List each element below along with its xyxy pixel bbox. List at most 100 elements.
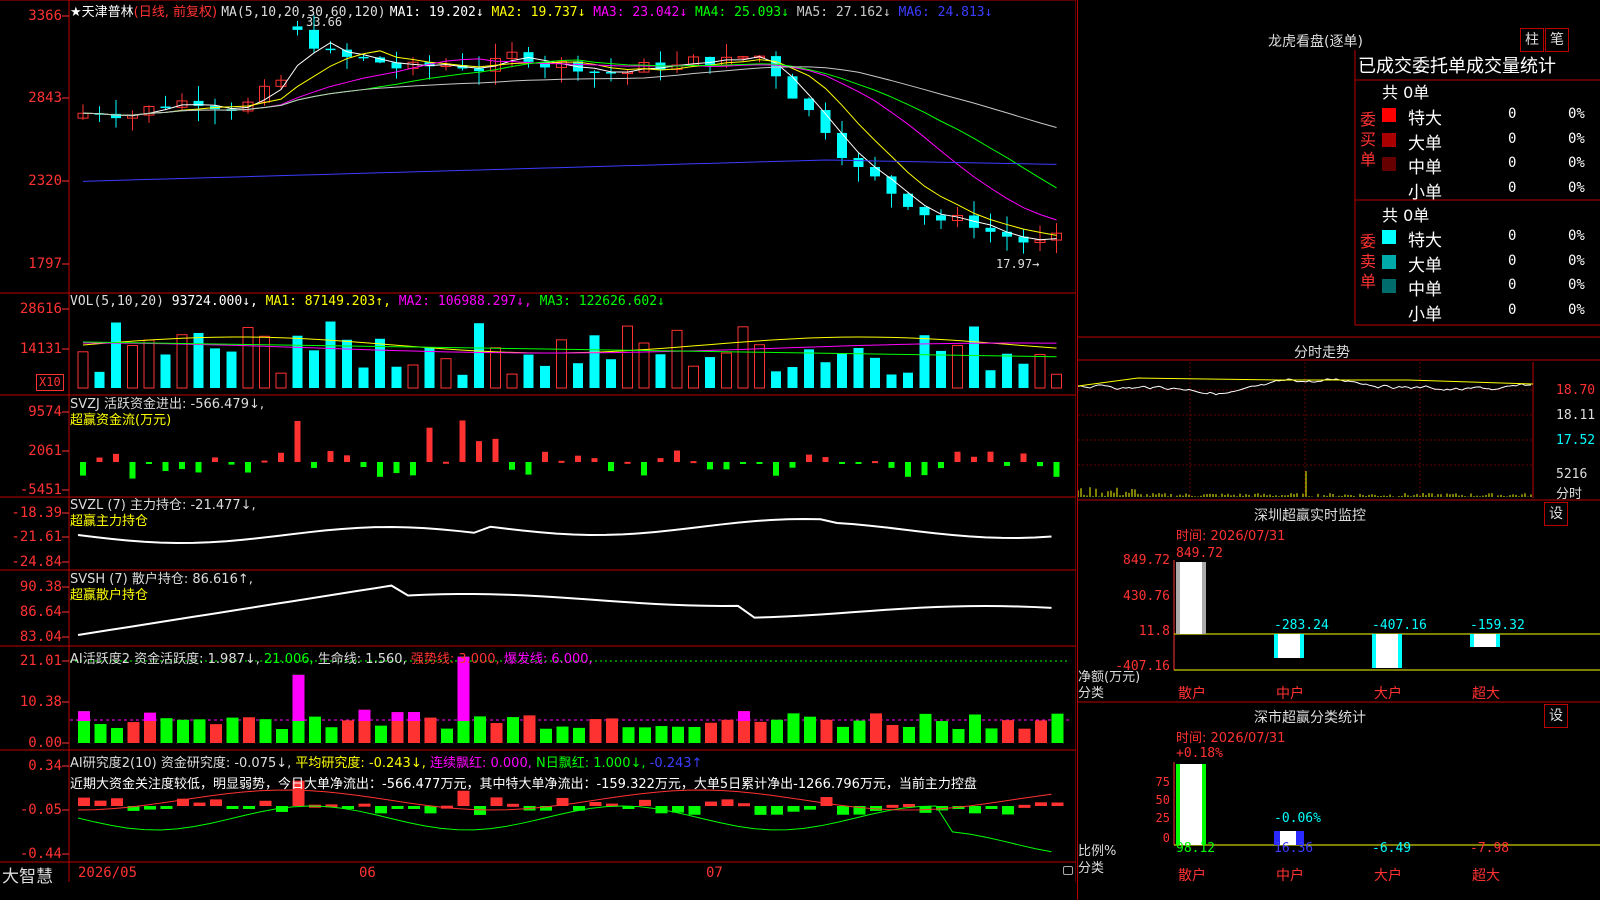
ai-research-bar — [738, 803, 750, 807]
volume-bar — [671, 329, 683, 389]
order-color-swatch — [1382, 132, 1396, 147]
volume-bar — [176, 334, 188, 389]
favorite-star-icon[interactable]: ★ — [70, 5, 82, 20]
fund-flow-bar — [608, 462, 614, 472]
volume-bar — [193, 332, 204, 388]
ai-active-bar — [507, 717, 519, 743]
intraday-axis-1: 18.70 — [1556, 383, 1596, 398]
ai-active-bar — [589, 719, 602, 743]
main-chart-area[interactable]: 33.66 17.97→ — [0, 0, 1077, 882]
class-top-label: +0.18% — [1176, 746, 1223, 761]
lhb-tabs-text[interactable]: 已成交委托单成交量统计 — [1358, 52, 1556, 78]
kline-chart-svg[interactable]: 33.6617.97→ — [0, 0, 1077, 882]
order-size-label: 中单 — [1408, 158, 1442, 178]
ai-research-bar — [589, 801, 602, 806]
fund-flow-bar — [756, 462, 763, 464]
sub-axis-label: -24.84 — [11, 554, 62, 570]
class-bar-retail-highlight — [1180, 764, 1202, 845]
ai-active-bar — [111, 727, 123, 743]
ma-values: MA1: 19.202↓ MA2: 19.737↓ MA3: 23.042↓ M… — [390, 5, 993, 20]
order-size-label: 中单 — [1408, 280, 1442, 300]
class-axis-label: 25 — [1155, 811, 1170, 825]
volume-bar — [622, 325, 633, 389]
fund-flow-bar — [575, 455, 581, 462]
lock-icon[interactable] — [1063, 866, 1073, 875]
ai-active-bar — [474, 716, 486, 743]
svzj-header: SVZJ 活跃资金进出: -566.479↓, 超赢资金流(万元) — [70, 397, 264, 429]
tab-tick-mode[interactable]: 笔 — [1545, 28, 1569, 52]
order-pct: 0% — [1568, 155, 1585, 171]
sub-axis-label: 90.38 — [19, 579, 62, 595]
ai-research-bar — [837, 806, 849, 815]
svzj-title: SVZJ 活跃资金进出: -566.479↓, — [70, 397, 265, 412]
order-count: 0 — [1508, 130, 1517, 147]
ai-research-v4: -0.243↑ — [649, 756, 703, 771]
class-category-label: 中户 — [1276, 868, 1304, 884]
vol-title: VOL(5,10,20) — [70, 294, 164, 309]
volume-bar — [143, 339, 155, 389]
ai-active-bar — [705, 722, 717, 743]
class-settings-button[interactable]: 设 — [1544, 704, 1568, 728]
ai-active-bar — [94, 724, 107, 743]
fund-flow-bar — [179, 462, 185, 470]
ai-active-bar — [226, 717, 239, 743]
ai-research-note: 近期大资金关注度较低，明显弱势，今日大单净流出：-566.477万元，其中特大单… — [70, 777, 977, 792]
fund-flow-bar — [344, 455, 350, 462]
right-panel-svg — [1078, 50, 1600, 846]
candle-body — [870, 166, 880, 177]
ai-active-top — [292, 674, 305, 721]
ai-active-bar — [490, 723, 503, 743]
order-size-label: 特大 — [1408, 109, 1442, 129]
ai-active-header: AI活跃度2 资金活跃度: 1.987↓, 21.006, 生命线: 1.560… — [70, 648, 593, 667]
ai-research-line — [77, 805, 1052, 853]
brand-label: 大智慧 — [2, 867, 53, 887]
monitor-settings-button[interactable]: 设 — [1544, 502, 1568, 526]
ai-active-top — [391, 712, 404, 721]
vol-ma2: MA2: 106988.297↓, — [398, 294, 532, 309]
volume-bar — [573, 363, 583, 388]
ai-research-title: AI研究度2(10) 资金研究度: -0.075↓, — [70, 756, 292, 771]
volume-bar — [688, 365, 699, 389]
candle-body — [853, 158, 864, 167]
lhb-title: 龙虎看盘(逐单) — [1268, 34, 1363, 50]
fund-flow-bar — [113, 453, 119, 462]
sub-axis-label: 9574 — [28, 404, 62, 420]
order-color-swatch — [1382, 254, 1396, 269]
fund-flow-bar — [393, 462, 400, 474]
intraday-axis-3: 17.52 — [1556, 433, 1596, 448]
fund-flow-bar — [641, 462, 647, 476]
order-size-label: 小单 — [1408, 304, 1442, 325]
fund-flow-bar — [954, 451, 961, 462]
ai-research-bar — [721, 799, 734, 806]
volume-bar — [407, 364, 419, 389]
ai-active-bar — [276, 728, 288, 743]
ai-research-bar — [1035, 802, 1047, 806]
ai-research-bar — [226, 806, 239, 809]
ma-value-1: MA1: 19.202↓ — [389, 5, 484, 20]
ma-value-6: MA6: 24.813↓ — [890, 5, 993, 20]
ma-value-4: MA4: 25.093↓ — [687, 5, 789, 20]
svzl-header: SVZL (7) 主力持仓: -21.477↓, 超赢主力持仓 — [70, 498, 256, 530]
volume-bar — [391, 366, 402, 388]
fund-flow-bar — [806, 454, 812, 462]
ai-research-bar — [985, 806, 998, 809]
tab-bar-mode[interactable]: 柱 — [1520, 28, 1544, 52]
fund-flow-bar — [443, 461, 449, 464]
ai-research-bar — [424, 806, 437, 814]
vol-unit-box[interactable]: X10 — [36, 374, 64, 391]
ai-active-v2: 生命线: 1.560, — [317, 652, 407, 667]
ai-active-bar — [754, 721, 767, 743]
volume-bar — [1002, 353, 1012, 388]
volume-bar — [754, 344, 765, 389]
svsh-subtitle: 超赢散户持仓 — [70, 588, 149, 603]
sub-axis-label: 0.34 — [28, 758, 62, 774]
class-value-label: 98.12 — [1176, 841, 1216, 856]
adjust-mode[interactable]: (日线, 前复权) — [134, 5, 217, 20]
candle-body — [589, 71, 600, 74]
fund-flow-bar — [245, 462, 251, 473]
order-pct: 0% — [1568, 228, 1585, 244]
order-count: 0 — [1508, 252, 1517, 269]
ai-active-bar — [606, 718, 618, 743]
ai-research-bar — [78, 797, 90, 806]
ai-active-bar — [886, 724, 899, 743]
